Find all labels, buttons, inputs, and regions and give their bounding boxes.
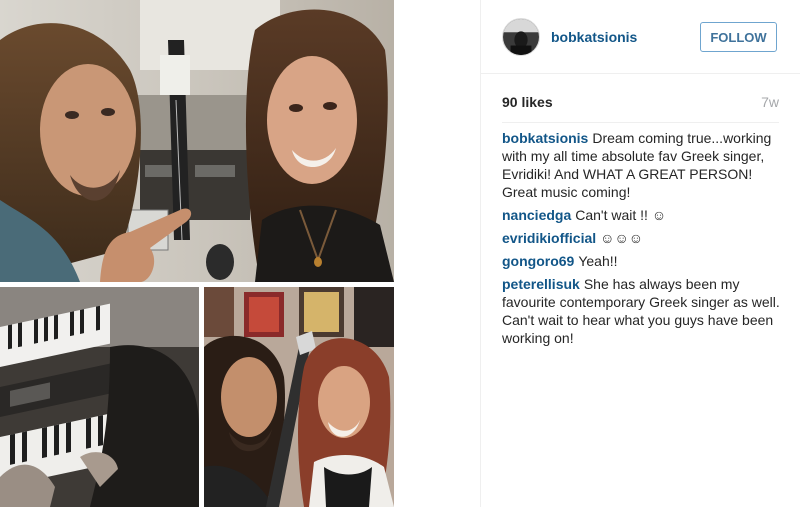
comment-item: bobkatsionis Dream coming true...working … (502, 129, 782, 201)
keyboard-photo (0, 287, 199, 507)
likes-count[interactable]: 90 likes (502, 94, 553, 110)
comment-text: Yeah!! (578, 253, 618, 269)
post-header: bobkatsionis FOLLOW (481, 0, 800, 74)
studio-selfie-photo (0, 0, 394, 282)
author-username-link[interactable]: bobkatsionis (551, 29, 637, 45)
comment-item: gongoro69 Yeah!! (502, 252, 782, 270)
post-photo-collage[interactable] (0, 0, 480, 507)
avatar[interactable] (502, 18, 540, 56)
comment-username-link[interactable]: gongoro69 (502, 253, 574, 269)
divider (502, 122, 779, 123)
post-meta: 90 likes 7w (502, 94, 779, 114)
comment-username-link[interactable]: bobkatsionis (502, 130, 588, 146)
follow-button[interactable]: FOLLOW (700, 22, 777, 52)
comment-text: ☺☺☺ (600, 230, 644, 246)
comment-item: evridikiofficial ☺☺☺ (502, 229, 782, 247)
comment-item: nanciedga Can't wait !! ☺ (502, 206, 782, 224)
comment-username-link[interactable]: nanciedga (502, 207, 571, 223)
comment-text: Can't wait !! ☺ (575, 207, 667, 223)
comment-username-link[interactable]: evridikiofficial (502, 230, 596, 246)
comment-item: peterellisuk She has always been my favou… (502, 275, 782, 347)
duo-guitar-photo (204, 287, 394, 507)
comment-username-link[interactable]: peterellisuk (502, 276, 580, 292)
post-age[interactable]: 7w (761, 94, 779, 110)
post-details-panel: bobkatsionis FOLLOW 90 likes 7w bobkatsi… (480, 0, 800, 507)
comments-list: bobkatsionis Dream coming true...working … (502, 129, 782, 352)
